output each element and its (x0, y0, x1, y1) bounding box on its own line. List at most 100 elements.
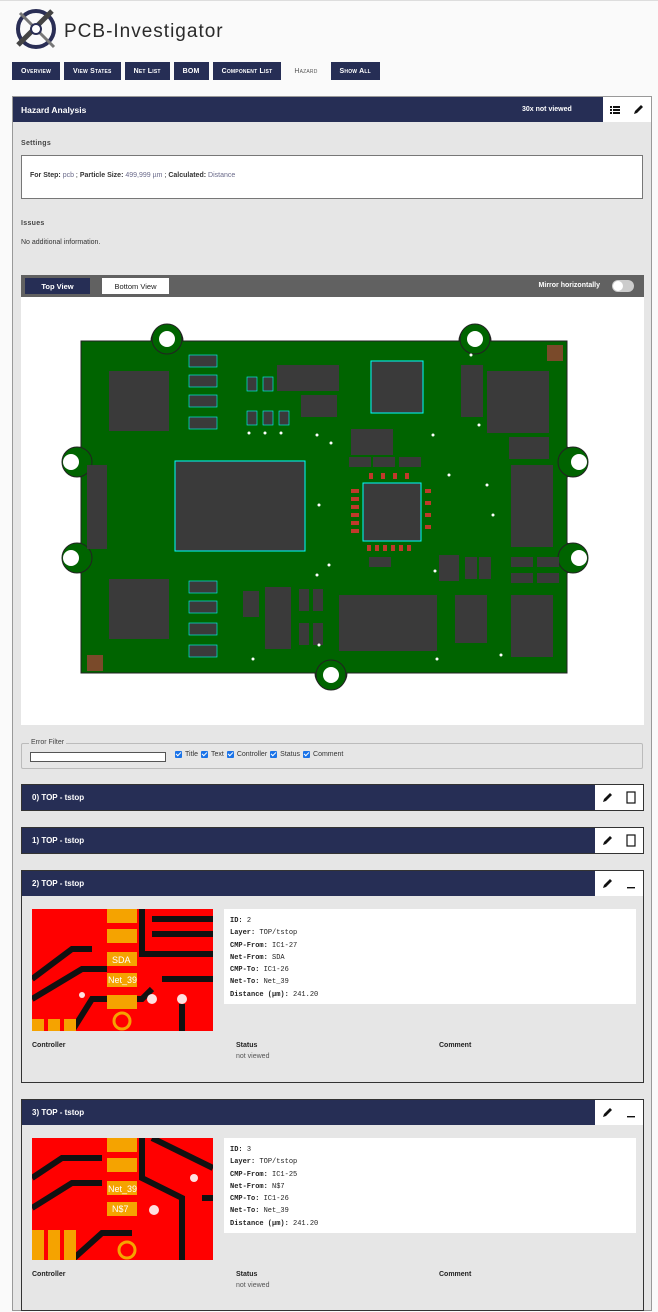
field-net-from-label: Net-From: (230, 953, 268, 962)
field-distance-label: Distance (µm): (230, 1219, 289, 1228)
field-distance-label: Distance (µm): (230, 990, 289, 999)
maximize-icon[interactable] (626, 834, 636, 847)
hazard-item-toolbar (595, 1100, 643, 1125)
field-net-to-value: Net_39 (263, 1207, 289, 1216)
field-cmp-from-label: CMP-From: (230, 1170, 268, 1179)
viewer-toolbar: Top View Bottom View Mirror horizontally (21, 275, 644, 297)
field-layer-label: Layer: (230, 1158, 256, 1167)
checkbox-controller-label: Controller (236, 751, 268, 758)
hazard-item-toolbar (595, 871, 643, 896)
checkbox-title-label: Title (185, 751, 198, 758)
calculated-value: Distance (208, 172, 236, 179)
checkbox-comment[interactable] (303, 751, 311, 758)
field-distance-value: 241.20 (293, 1219, 319, 1228)
panel-title: Hazard Analysis (21, 104, 87, 115)
checkbox-status-label: Status (280, 751, 301, 758)
top-view-button[interactable]: Top View (25, 278, 90, 294)
pencil-icon[interactable] (633, 104, 644, 115)
checkbox-title[interactable] (175, 751, 182, 758)
nav-hazard[interactable]: Hazard (285, 62, 326, 80)
issues-text: No additional information. (21, 239, 101, 246)
app-title: PCB-Investigator (64, 21, 224, 42)
field-id-label: ID: (230, 1146, 243, 1154)
hazard-item-title: 0) TOP - tstop (32, 793, 85, 802)
hazard-item-3: 3) TOP - tstop Net_39 N$7 ID: 3 Layer: T… (21, 1099, 644, 1311)
checkbox-text[interactable] (200, 751, 208, 758)
hazard-thumbnail[interactable]: Net_39 N$7 (32, 1138, 213, 1260)
hazard-item-header[interactable]: 0) TOP - tstop (22, 785, 643, 810)
hazard-item-2: 2) TOP - tstop SDA Net_39 ID: 2 Layer: T… (21, 870, 644, 1083)
controller-label: Controller (32, 1271, 66, 1278)
particle-value: 499,999 µm (125, 172, 163, 179)
field-layer-value: TOP/tstop (259, 1158, 298, 1167)
settings-heading: Settings (21, 140, 52, 147)
panel-toolbar (603, 97, 651, 122)
hazard-item-body: SDA Net_39 ID: 2 Layer: TOP/tstop CMP-Fr… (22, 896, 643, 1082)
settings-box: For Step: pcb ; Particle Size: 499,999 µ… (21, 155, 643, 199)
nav-net-list[interactable]: Net List (124, 62, 170, 80)
field-cmp-from-label: CMP-From: (230, 941, 268, 950)
hazard-item-header[interactable]: 2) TOP - tstop (22, 871, 643, 896)
checkbox-status[interactable] (270, 751, 278, 758)
pcb-board-image[interactable] (21, 297, 644, 725)
field-cmp-to-value: IC1-26 (263, 966, 289, 975)
bottom-view-button[interactable]: Bottom View (102, 278, 169, 294)
nav-show-all[interactable]: Show All (330, 62, 380, 80)
hazard-item-0: 0) TOP - tstop (21, 784, 644, 811)
field-id-label: ID: (230, 917, 243, 925)
status-label: Status (236, 1271, 258, 1278)
maximize-icon[interactable] (626, 791, 636, 804)
comment-label: Comment (439, 1271, 472, 1278)
minimize-icon[interactable] (626, 1106, 636, 1119)
field-cmp-from-value: IC1-25 (272, 1170, 298, 1179)
checkbox-text-label: Text (210, 751, 224, 758)
hazard-item-body: Net_39 N$7 ID: 3 Layer: TOP/tstop CMP-Fr… (22, 1125, 643, 1311)
nav-view-states[interactable]: View States (64, 62, 121, 80)
field-cmp-to-label: CMP-To: (230, 966, 260, 975)
hazard-item-header[interactable]: 3) TOP - tstop (22, 1100, 643, 1125)
hazard-item-toolbar (595, 828, 643, 853)
mirror-toggle[interactable] (612, 280, 634, 292)
nav-bom[interactable]: BOM (173, 62, 209, 80)
field-net-from-value: SDA (272, 953, 285, 962)
hazard-details: ID: 2 Layer: TOP/tstop CMP-From: IC1-27 … (224, 909, 636, 1004)
error-filter: Error Filter Title Text Controller Statu… (21, 739, 643, 769)
thumb-tag-1: SDA (112, 955, 131, 965)
hazard-item-header[interactable]: 1) TOP - tstop (22, 828, 643, 853)
filter-checkboxes: Title Text Controller Status Comment (175, 751, 343, 758)
hazard-thumbnail[interactable]: SDA Net_39 (32, 909, 213, 1031)
pcb-investigator-logo (16, 9, 56, 49)
checkbox-controller[interactable] (226, 751, 234, 758)
field-layer-label: Layer: (230, 929, 256, 938)
checkbox-comment-label: Comment (313, 751, 344, 758)
nav-overview[interactable]: Overview (12, 62, 61, 80)
list-icon[interactable] (609, 105, 620, 115)
comment-label: Comment (439, 1042, 472, 1049)
hazard-details: ID: 3 Layer: TOP/tstop CMP-From: IC1-25 … (224, 1138, 636, 1233)
status-value[interactable]: not viewed (236, 1282, 269, 1289)
pcb-viewer: Top View Bottom View Mirror horizontally (21, 275, 644, 725)
field-net-from-value: N$7 (272, 1182, 285, 1191)
pencil-icon[interactable] (602, 835, 613, 846)
field-id-value: 3 (246, 1146, 252, 1154)
step-value: pcb (62, 172, 74, 179)
minimize-icon[interactable] (626, 877, 636, 890)
hazard-item-title: 2) TOP - tstop (32, 879, 85, 888)
field-cmp-from-value: IC1-27 (272, 941, 298, 950)
pencil-icon[interactable] (602, 878, 613, 889)
particle-label: Particle Size: (79, 172, 124, 179)
pencil-icon[interactable] (602, 792, 613, 803)
status-label: Status (236, 1042, 258, 1049)
field-cmp-to-label: CMP-To: (230, 1195, 260, 1204)
pencil-icon[interactable] (602, 1107, 613, 1118)
field-cmp-to-value: IC1-26 (263, 1195, 289, 1204)
not-viewed-count: 30x not viewed (522, 106, 572, 113)
field-id-value: 2 (246, 917, 252, 925)
main-navigation: Overview View States Net List BOM Compon… (12, 62, 380, 80)
status-value[interactable]: not viewed (236, 1053, 269, 1060)
filter-input[interactable] (30, 752, 166, 762)
nav-component-list[interactable]: Component List (212, 62, 282, 80)
mirror-label: Mirror horizontally (538, 282, 600, 289)
controller-label: Controller (32, 1042, 66, 1049)
issues-heading: Issues (21, 220, 45, 227)
